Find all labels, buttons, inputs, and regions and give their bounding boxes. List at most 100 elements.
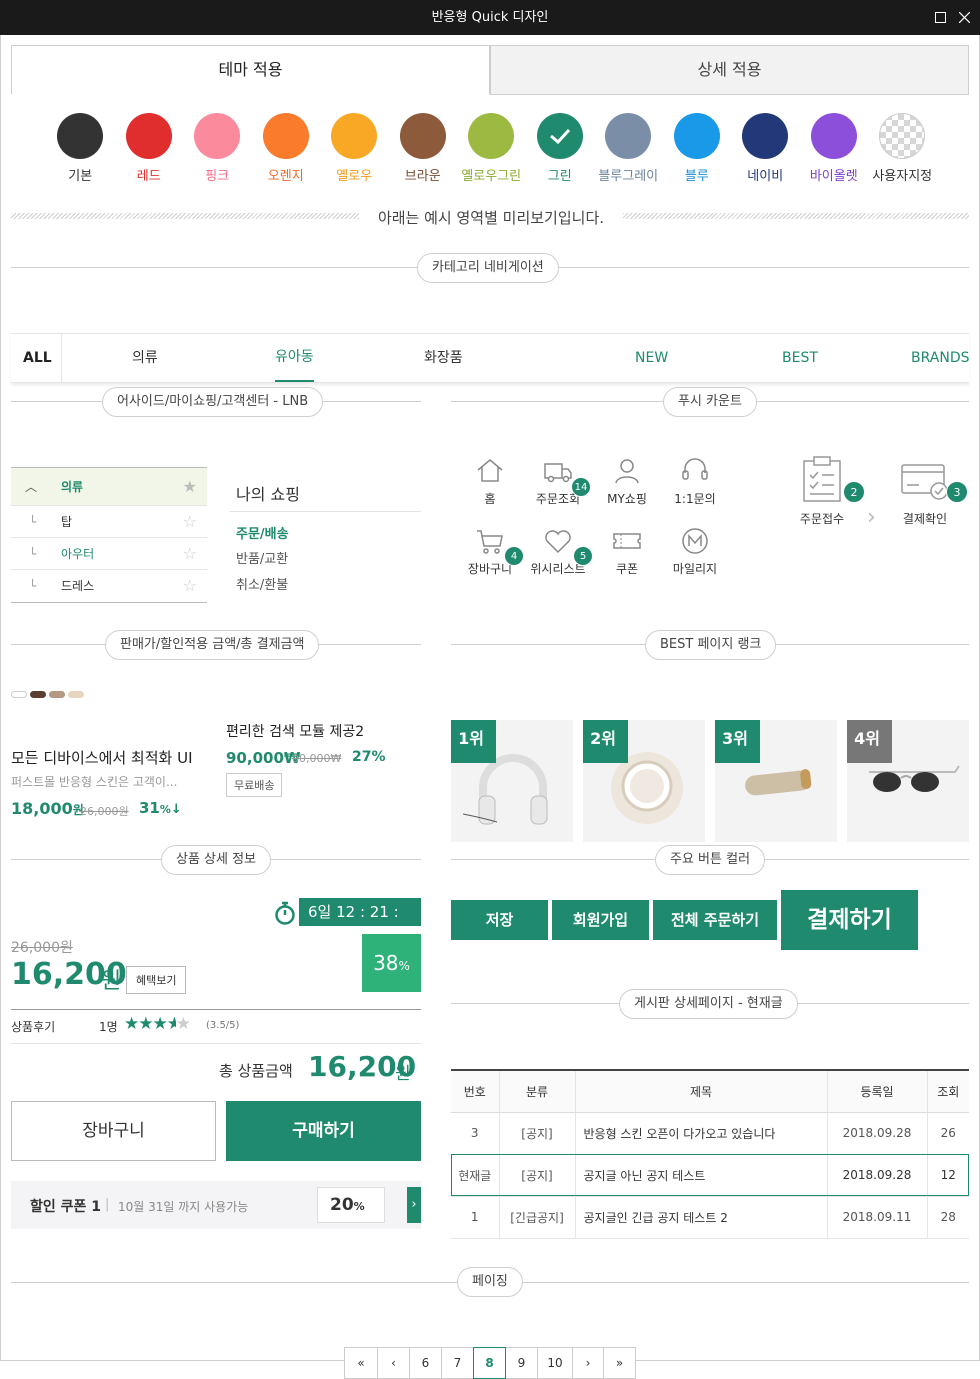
next-page-icon[interactable]: ›	[572, 1347, 604, 1379]
color-circle[interactable]	[125, 113, 172, 159]
catnav-brands[interactable]: BRANDS	[911, 334, 969, 382]
lnb-item-clothing[interactable]: ︿ 의류 ★	[11, 468, 207, 506]
join-button[interactable]: 회원가입	[552, 900, 649, 940]
myshop-link-return[interactable]: 반품/교환	[236, 548, 288, 567]
catnav-all[interactable]: ALL	[23, 334, 52, 382]
color-swatch[interactable]: 네이비	[731, 113, 800, 184]
page-link[interactable]: 7	[441, 1347, 474, 1379]
page-link[interactable]: 10	[537, 1347, 573, 1379]
color-circle[interactable]	[742, 113, 789, 159]
push-myshop[interactable]: MY쇼핑	[592, 455, 662, 507]
badge-payment: 3	[946, 481, 968, 503]
push-label: 1:1문의	[674, 492, 716, 506]
first-page-icon[interactable]: «	[344, 1347, 378, 1379]
color-swatch[interactable]: 옐로우	[320, 113, 389, 184]
color-circle[interactable]	[536, 113, 583, 159]
myshop-link-cancel[interactable]: 취소/환불	[236, 574, 288, 593]
color-circle[interactable]	[57, 113, 104, 159]
color-circle[interactable]	[810, 113, 857, 159]
push-coupon[interactable]: 쿠폰	[592, 525, 662, 577]
coupon-download-button[interactable]: ›	[407, 1187, 421, 1223]
color-swatch[interactable]: 핑크	[183, 113, 252, 184]
color-circle[interactable]	[262, 113, 309, 159]
catnav-kids[interactable]: 유아동	[275, 334, 314, 382]
color-swatch[interactable]: 블루	[663, 113, 732, 184]
board-table: 번호 분류 제목 등록일 조회 3 [공지] 반응형 스킨 오픈이 다가오고 있습니…	[451, 1069, 969, 1239]
color-circle[interactable]	[194, 113, 241, 159]
color-swatch[interactable]: 바이올렛	[800, 113, 869, 184]
color-circle[interactable]	[331, 113, 378, 159]
color-swatch-list: 기본 레드 핑크 오렌지 옐로우 브라운 옐로우그린 그린 블루그레이 블루 네이비 바이올렛 사용자지…	[46, 113, 937, 184]
last-page-icon[interactable]: »	[603, 1347, 636, 1379]
add-to-cart-button[interactable]: 장바구니	[11, 1101, 216, 1161]
star-outline-icon[interactable]: ☆	[183, 570, 197, 602]
chevron-up-icon[interactable]: ︿	[25, 468, 37, 506]
table-row[interactable]: 3 [공지] 반응형 스킨 오픈이 다가오고 있습니다 2018.09.28 26	[451, 1112, 969, 1155]
user-icon	[615, 459, 639, 484]
lnb-item-outer[interactable]: └ 아우터 ☆	[11, 538, 207, 570]
color-circle[interactable]	[673, 113, 720, 159]
color-circle[interactable]	[879, 113, 926, 159]
product2-price: 90,000₩	[226, 749, 301, 767]
color-swatch[interactable]: 블루그레이	[594, 113, 663, 184]
catnav-best[interactable]: BEST	[782, 334, 818, 382]
table-row-current[interactable]: 현재글 [공지] 공지글 아닌 공지 테스트 2018.09.28 12	[451, 1154, 969, 1197]
myshop-link-order[interactable]: 주문/배송	[236, 523, 289, 542]
lnb-item-top[interactable]: └ 탑 ☆	[11, 506, 207, 538]
color-swatch[interactable]: 그린	[526, 113, 595, 184]
close-icon[interactable]	[952, 0, 976, 35]
catnav-new[interactable]: NEW	[635, 334, 668, 382]
rank-badge: 1위	[451, 720, 496, 763]
tab-detail[interactable]: 상세 적용	[490, 45, 969, 95]
star-outline-icon[interactable]: ☆	[183, 506, 197, 538]
color-swatch[interactable]: 브라운	[389, 113, 458, 184]
catnav-cosmetics[interactable]: 화장품	[424, 334, 463, 382]
color-dot[interactable]	[11, 691, 27, 698]
color-circle[interactable]	[399, 113, 446, 159]
section-label-board: 게시판 상세페이지 - 현재글	[619, 989, 798, 1019]
rank-card-1[interactable]: 1위	[451, 720, 573, 842]
color-swatch[interactable]: 사용자지정	[868, 113, 937, 184]
lnb-menu: ︿ 의류 ★ └ 탑 ☆ └ 아우터 ☆ └ 드레스 ☆	[11, 467, 207, 603]
benefit-button[interactable]: 혜택보기	[126, 966, 187, 994]
lnb-item-dress[interactable]: └ 드레스 ☆	[11, 570, 207, 602]
save-button[interactable]: 저장	[451, 900, 548, 940]
headset-icon	[682, 458, 708, 480]
lnb-item-label: 의류	[61, 480, 84, 494]
buy-button[interactable]: 구매하기	[226, 1101, 421, 1161]
color-circle[interactable]	[605, 113, 652, 159]
maximize-icon[interactable]	[928, 0, 952, 35]
prev-page-icon[interactable]: ‹	[377, 1347, 410, 1379]
push-home[interactable]: 홈	[455, 455, 525, 507]
rank-card-4[interactable]: 4위	[847, 720, 969, 842]
rating-text: (3.5/5)	[206, 1020, 240, 1031]
star-outline-icon[interactable]: ☆	[183, 538, 197, 570]
table-row[interactable]: 1 [긴급공지] 공지글인 긴급 공지 테스트 2 2018.09.11 28	[451, 1196, 969, 1239]
rank-card-3[interactable]: 3위	[715, 720, 837, 842]
color-dot[interactable]	[30, 691, 46, 698]
color-swatch[interactable]: 기본	[46, 113, 115, 184]
push-mileage[interactable]: 마일리지	[660, 525, 730, 577]
pay-button[interactable]: 결제하기	[781, 890, 918, 950]
product2-title[interactable]: 편리한 검색 모듈 제공2	[226, 721, 364, 741]
color-circle[interactable]	[468, 113, 515, 159]
page-link[interactable]: 6	[409, 1347, 442, 1379]
catnav-clothing[interactable]: 의류	[132, 334, 158, 382]
color-swatch[interactable]: 오렌지	[252, 113, 321, 184]
tab-theme[interactable]: 테마 적용	[11, 45, 490, 95]
truck-icon	[544, 463, 572, 483]
review-label: 상품후기	[11, 1020, 56, 1034]
order-all-button[interactable]: 전체 주문하기	[653, 900, 777, 940]
color-swatch[interactable]: 옐로우그린	[457, 113, 526, 184]
color-dot[interactable]	[68, 691, 84, 698]
color-dot[interactable]	[49, 691, 65, 698]
page-link[interactable]: 9	[505, 1347, 538, 1379]
page-link-current[interactable]: 8	[473, 1347, 506, 1379]
rank-card-2[interactable]: 2위	[583, 720, 705, 842]
product-title[interactable]: 모든 디바이스에서 최적화 UI	[11, 747, 193, 768]
push-inquiry[interactable]: 1:1문의	[660, 455, 730, 507]
review-count[interactable]: 1명	[99, 1018, 118, 1035]
home-icon	[477, 459, 503, 482]
color-swatch[interactable]: 레드	[115, 113, 184, 184]
star-icon[interactable]: ★	[183, 468, 197, 506]
